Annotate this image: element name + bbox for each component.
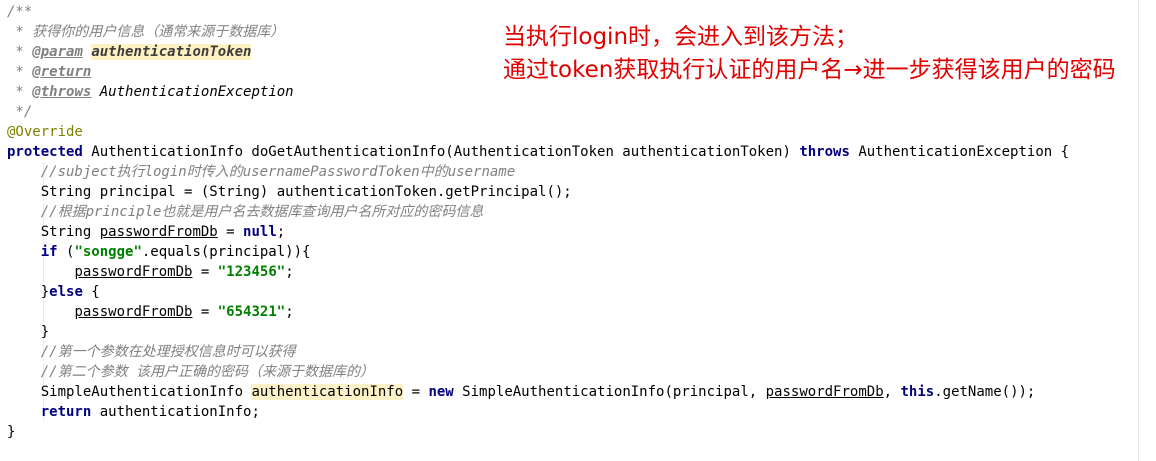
doc-throws-tag[interactable]: @throws (32, 84, 91, 100)
constructor-call[interactable]: SimpleAuthenticationInfo(principal, (454, 384, 766, 400)
override-annotation[interactable]: @Override (7, 124, 83, 140)
simple-info-line: SimpleAuthenticationInfo authenticationI… (7, 382, 1069, 402)
right-margin-guide (1138, 0, 1139, 461)
variable-authenticationInfo[interactable]: authenticationInfo (251, 384, 404, 400)
string-literal[interactable]: "songge" (74, 244, 141, 260)
string-literal[interactable]: "123456" (218, 264, 285, 280)
comment-line-1: //subject执行login时传入的usernamePasswordToke… (7, 162, 1069, 182)
keyword-throws[interactable]: throws (799, 144, 850, 160)
code-editor[interactable]: /** * 获得你的用户信息（通常来源于数据库） * @param authen… (0, 0, 1156, 461)
doc-return-tag[interactable]: @return (32, 64, 91, 80)
comment-line-2: //根据principle也就是用户名去数据库查询用户名所对应的密码信息 (7, 202, 1069, 222)
doc-open-line: /** (7, 2, 1069, 22)
doc-prefix: * (7, 84, 33, 100)
brace: } (7, 424, 16, 440)
annotation-line: @Override (7, 122, 1069, 142)
doc-description: * 获得你的用户信息（通常来源于数据库） (7, 24, 285, 40)
red-annotation-note: 当执行login时，会进入到该方法； 通过token获取执行认证的用户名→进一步… (503, 21, 1116, 87)
doc-open: /** (7, 4, 33, 20)
keyword-this[interactable]: this (901, 384, 935, 400)
operator: = (192, 264, 218, 280)
code-comment: //第二个参数 该用户正确的密码（来源于数据库的） (40, 364, 375, 380)
return-value[interactable]: authenticationInfo; (91, 404, 260, 420)
return-line: return authenticationInfo; (7, 402, 1069, 422)
doc-close-line: */ (7, 102, 1069, 122)
paren: ( (57, 244, 75, 260)
principal-line: String principal = (String) authenticati… (7, 182, 1069, 202)
if-close-line: } (7, 322, 1069, 342)
string-literal[interactable]: "654321" (218, 304, 285, 320)
doc-prefix: * (7, 44, 33, 60)
doc-param-tag[interactable]: @param (32, 44, 83, 60)
doc-throws-type[interactable]: AuthenticationException (91, 84, 294, 100)
annotation-line-2: 通过token获取执行认证的用户名→进一步获得该用户的密码 (503, 57, 1116, 83)
type-string[interactable]: String (41, 224, 100, 240)
method-signature[interactable]: AuthenticationInfo doGetAuthenticationIn… (83, 144, 799, 160)
comment-line-3: //第一个参数在处理授权信息时可以获得 (7, 342, 1069, 362)
principal-statement[interactable]: String principal = (String) authenticati… (41, 184, 572, 200)
getname-call[interactable]: .getName()); (934, 384, 1035, 400)
brace: { (82, 284, 100, 300)
if-condition[interactable]: .equals(principal)){ (142, 244, 311, 260)
variable-passwordFromDb[interactable]: passwordFromDb (766, 384, 884, 400)
keyword-protected[interactable]: protected (7, 144, 83, 160)
keyword-null[interactable]: null (243, 224, 277, 240)
variable-passwordFromDb[interactable]: passwordFromDb (100, 224, 218, 240)
assign-line-2: passwordFromDb = "654321"; (7, 302, 1069, 322)
code-comment: //第一个参数在处理授权信息时可以获得 (40, 344, 296, 360)
annotation-line-1: 当执行login时，会进入到该方法； (503, 24, 859, 50)
operator: = (217, 224, 244, 240)
assign-line-1: passwordFromDb = "123456"; (7, 262, 1069, 282)
semicolon: ; (285, 304, 294, 320)
doc-prefix: * (7, 64, 33, 80)
operator: = (403, 384, 429, 400)
operator: = (192, 304, 218, 320)
if-line: if ("songge".equals(principal)){ (7, 242, 1069, 262)
code-comment: //subject执行login时传入的usernamePasswordToke… (40, 164, 516, 180)
method-signature-end[interactable]: AuthenticationException { (850, 144, 1069, 160)
brace: } (40, 324, 50, 340)
comma: , (883, 384, 901, 400)
password-decl-line: String passwordFromDb = null; (7, 222, 1069, 242)
keyword-new[interactable]: new (428, 384, 453, 400)
semicolon: ; (285, 264, 294, 280)
keyword-else[interactable]: else (49, 284, 83, 300)
comment-line-4: //第二个参数 该用户正确的密码（来源于数据库的） (7, 362, 1069, 382)
code-comment: //根据principle也就是用户名去数据库查询用户名所对应的密码信息 (40, 204, 484, 220)
brace: } (40, 284, 50, 300)
semicolon: ; (276, 224, 286, 240)
variable-passwordFromDb[interactable]: passwordFromDb (74, 304, 192, 320)
method-signature-line: protected AuthenticationInfo doGetAuthen… (7, 142, 1069, 162)
keyword-return[interactable]: return (41, 404, 92, 420)
doc-param-name[interactable]: authenticationToken (91, 44, 252, 60)
keyword-if[interactable]: if (41, 244, 58, 260)
else-line: }else { (7, 282, 1069, 302)
variable-passwordFromDb[interactable]: passwordFromDb (74, 264, 192, 280)
method-close-line: } (7, 422, 1069, 442)
type-simple-authentication-info[interactable]: SimpleAuthenticationInfo (41, 384, 252, 400)
doc-close: */ (7, 104, 33, 120)
